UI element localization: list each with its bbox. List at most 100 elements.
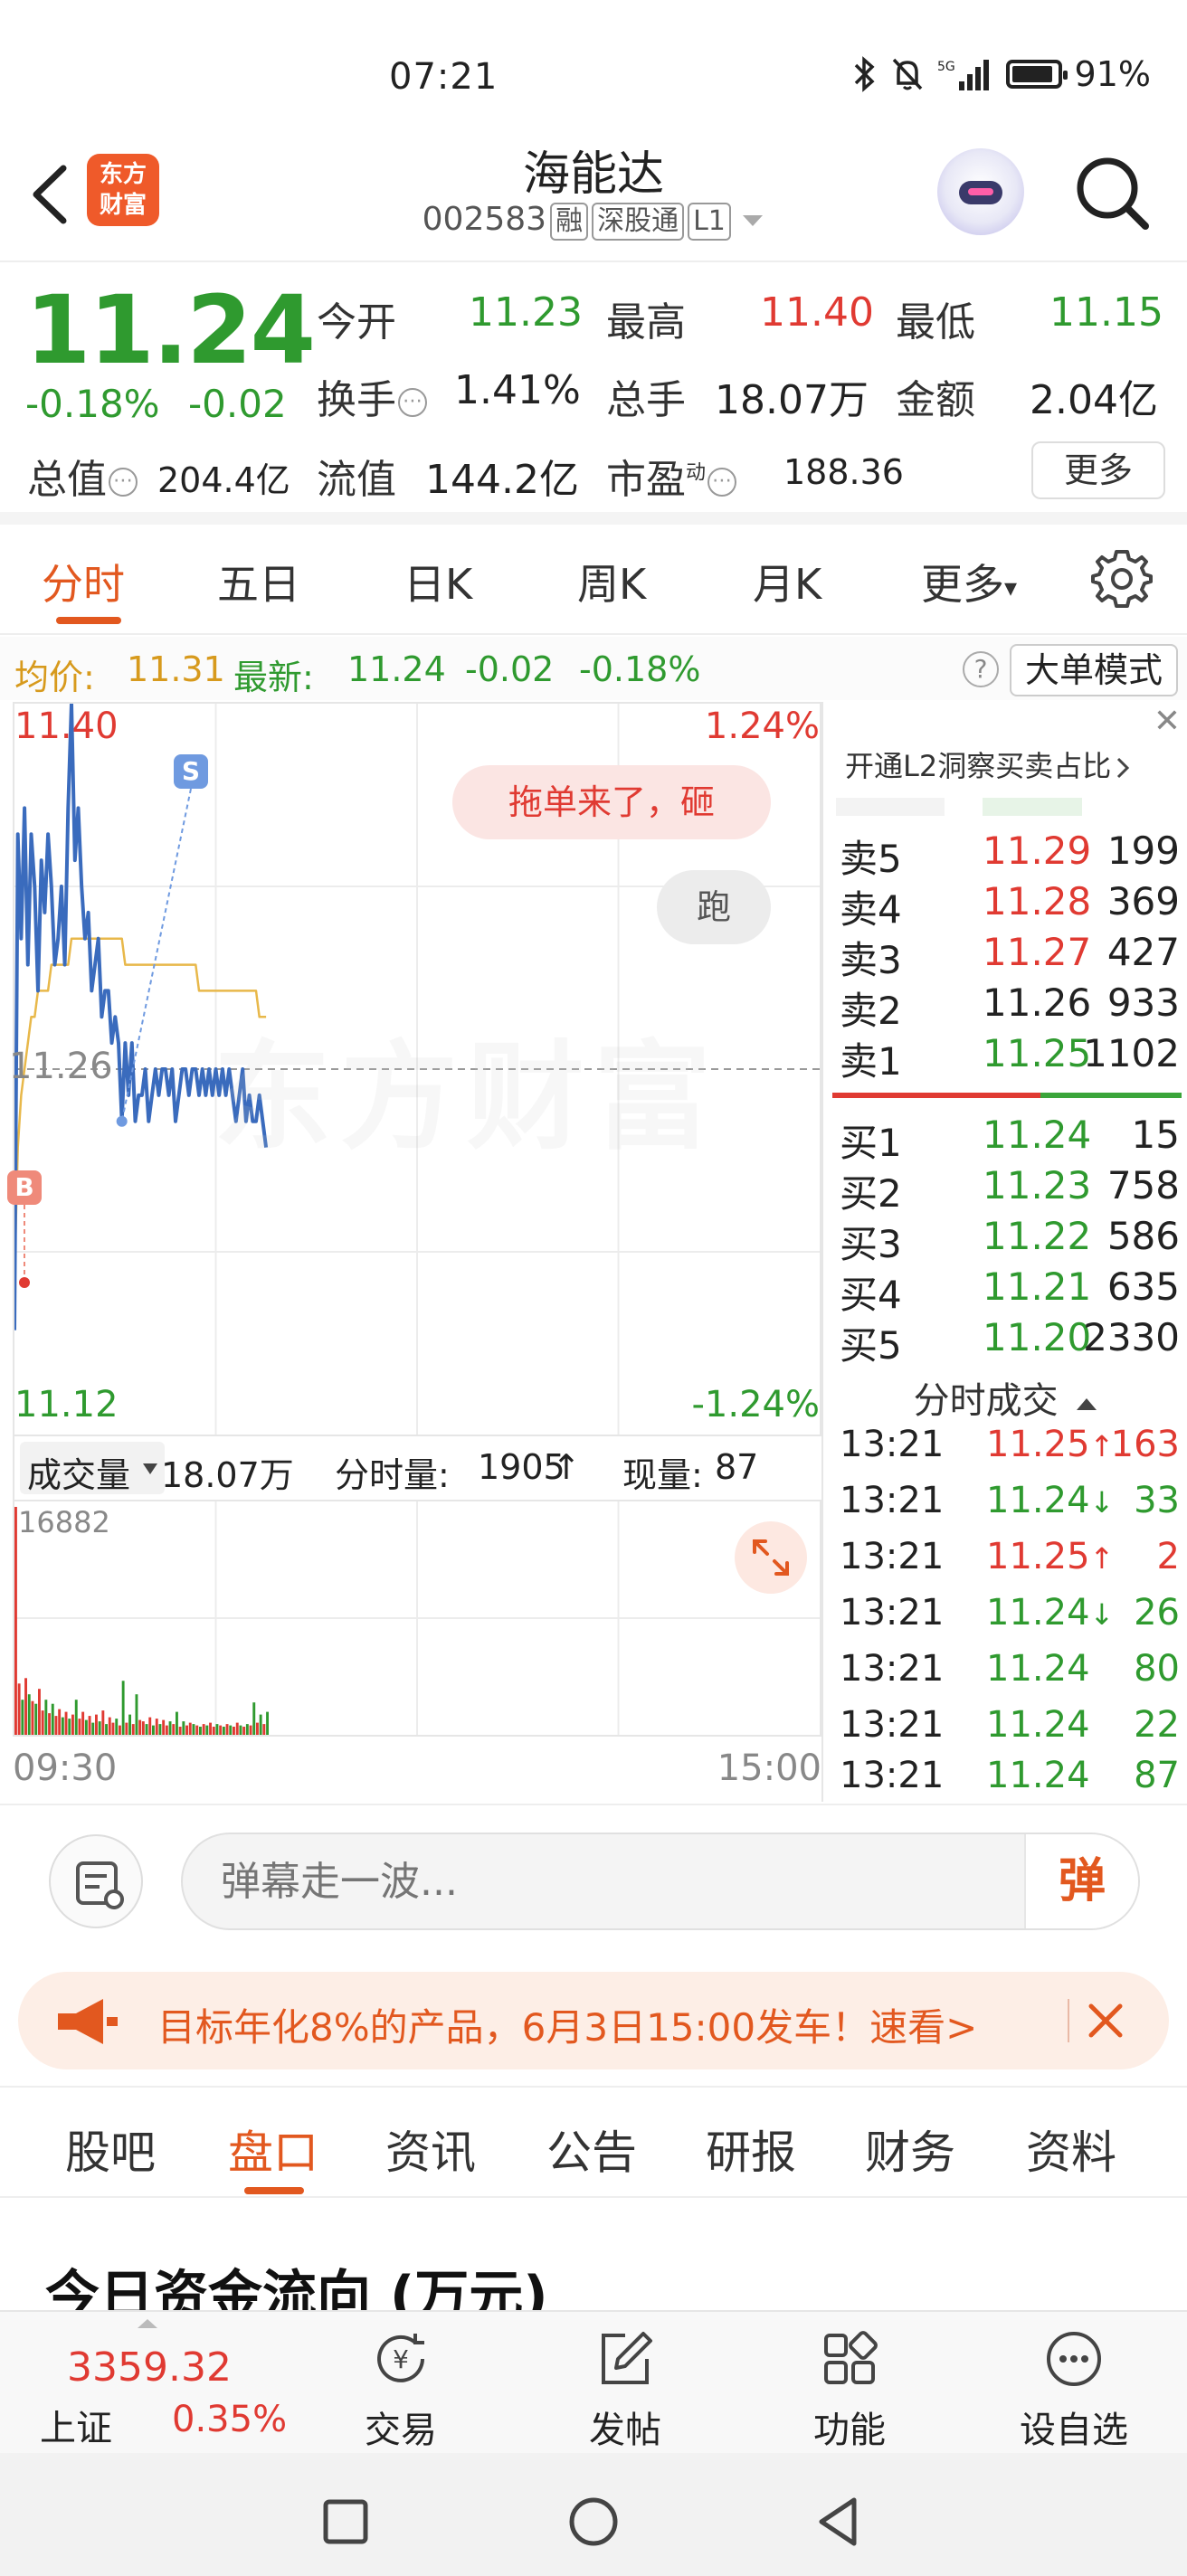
volume-chart[interactable]: 16882 — [13, 1500, 821, 1737]
volume-bar — [188, 1722, 192, 1735]
trades-title[interactable]: 分时成交 — [823, 1371, 1187, 1424]
robot-assistant-icon[interactable] — [937, 148, 1024, 235]
big-order-mode-button[interactable]: 大单模式 — [1010, 644, 1178, 696]
danmu-input[interactable] — [181, 1833, 1140, 1930]
order-volume: 1102 — [1083, 1031, 1180, 1075]
sell-row-1[interactable]: 卖1 11.25 1102 — [832, 1031, 1185, 1084]
volume-bar — [195, 1725, 199, 1735]
tab-announcements[interactable]: 公告 — [546, 2117, 637, 2182]
sell-row-3[interactable]: 卖3 11.27 427 — [832, 930, 1185, 982]
buy-row-2[interactable]: 买2 11.23 758 — [832, 1163, 1185, 1216]
buy-row-3[interactable]: 买3 11.22 586 — [832, 1214, 1185, 1266]
dropdown-triangle-icon — [743, 215, 764, 226]
intraday-chart[interactable]: 东方财富 11.40 11.26 11.12 1.24% -1.24% 拖单来了… — [7, 702, 821, 1436]
turnover-label[interactable]: 换手 ⋯ — [317, 367, 427, 425]
home-button[interactable] — [556, 2484, 631, 2556]
danmu-bubble-run[interactable]: 跑 — [657, 870, 771, 944]
trade-row: 13:21 11.24 22 — [832, 1704, 1185, 1757]
danmu-send-button[interactable]: 弹 — [1024, 1834, 1138, 1928]
more-quote-button[interactable]: 更多 — [1031, 441, 1165, 499]
volume-bar — [61, 1717, 64, 1735]
volume-bar — [71, 1714, 74, 1735]
volume-bar — [192, 1724, 195, 1735]
tab-finance[interactable]: 财务 — [865, 2117, 955, 2182]
tab-forum[interactable]: 股吧 — [65, 2117, 156, 2182]
pct-min-label: -1.24% — [691, 1384, 820, 1425]
buy-marker[interactable]: B — [7, 1170, 42, 1205]
sell-row-5[interactable]: 卖5 11.29 199 — [832, 829, 1185, 881]
tab-profile[interactable]: 资料 — [1026, 2117, 1116, 2182]
l2-upgrade-link[interactable]: 开通L2洞察买卖占比 — [845, 743, 1131, 785]
help-icon[interactable]: ? — [963, 651, 999, 687]
mktcap-label[interactable]: 总值 ⋯ — [27, 447, 138, 505]
nav-functions[interactable]: 功能 — [782, 2326, 917, 2451]
trade-price-value: 11.25 — [986, 1536, 1090, 1577]
volume-value: 18.07万 — [715, 377, 869, 423]
order-label: 卖5 — [840, 837, 902, 881]
search-button[interactable] — [1071, 152, 1153, 233]
amount-value: 2.04亿 — [1030, 377, 1158, 423]
info-icon: ⋯ — [707, 468, 737, 497]
nav-post[interactable]: 发帖 — [557, 2326, 693, 2451]
sell-marker[interactable]: S — [174, 754, 208, 789]
tab-news[interactable]: 资讯 — [385, 2117, 476, 2182]
tab-intraday[interactable]: 分时 — [42, 552, 125, 611]
open-value: 11.23 — [469, 289, 583, 336]
latest-percent: -0.18% — [579, 649, 701, 689]
tab-monthly-k[interactable]: 月K — [753, 552, 821, 611]
index-value: 3359.32 — [67, 2344, 232, 2391]
danmu-bubble[interactable]: 拖单来了，砸 — [452, 765, 771, 839]
detail-tabs: 股吧 盘口 资讯 公告 研报 财务 资料 — [0, 2086, 1187, 2198]
tab-more[interactable]: 更多▾ — [921, 552, 1017, 611]
buy-row-1[interactable]: 买1 11.24 15 — [832, 1113, 1185, 1165]
danmu-settings-button[interactable] — [49, 1834, 143, 1928]
trade-price-value: 11.24 — [986, 1480, 1090, 1521]
system-back-button[interactable] — [803, 2484, 876, 2556]
nav-watchlist-settings[interactable]: 设自选 — [1006, 2326, 1142, 2451]
float-value: 144.2亿 — [425, 457, 579, 503]
nav-watchlist-label: 设自选 — [1020, 2410, 1128, 2451]
order-label: 卖4 — [840, 887, 902, 932]
index-ticker[interactable]: 3359.32 上证 0.35% — [0, 2312, 299, 2455]
danmu-list-icon — [76, 1861, 124, 1909]
status-bar: 07:21 5G 91% — [0, 0, 1187, 136]
signal-icon: 5G — [937, 60, 989, 90]
sell-row-2[interactable]: 卖2 11.26 933 — [832, 980, 1185, 1033]
buy-row-5[interactable]: 买5 11.20 2330 — [832, 1315, 1185, 1368]
promo-banner[interactable]: 目标年化8%的产品，6月3日15:00发车！速看> — [18, 1972, 1169, 2069]
volume-bar — [199, 1727, 202, 1735]
volume-bar — [212, 1727, 215, 1735]
trade-time: 13:21 — [840, 1592, 945, 1634]
battery-level — [1011, 66, 1052, 82]
tab-research[interactable]: 研报 — [706, 2117, 796, 2182]
recents-button[interactable] — [308, 2484, 380, 2556]
stock-code: 002583 — [422, 201, 547, 238]
yen-trade-icon: ¥ — [377, 2334, 424, 2382]
close-icon[interactable]: ✕ — [1149, 704, 1185, 740]
volume-bar — [98, 1721, 101, 1735]
svg-text:¥: ¥ — [393, 2344, 409, 2374]
tab-weekly-k[interactable]: 周K — [577, 552, 646, 611]
volume-bar — [148, 1717, 152, 1735]
nav-trade[interactable]: ¥ 交易 — [333, 2326, 469, 2451]
order-label: 买2 — [840, 1171, 902, 1216]
promo-close-button[interactable] — [1077, 1992, 1135, 2050]
volume-indicator-select[interactable]: 成交量 — [20, 1442, 165, 1495]
order-label: 卖1 — [840, 1039, 902, 1084]
expand-button[interactable] — [735, 1521, 807, 1594]
volume-info-bar: 成交量 18.07万 分时量: 1905 ↑ 现量: 87 — [13, 1435, 821, 1500]
tab-five-day[interactable]: 五日 — [217, 552, 300, 611]
buy-row-4[interactable]: 买4 11.21 635 — [832, 1264, 1185, 1317]
bottom-nav: 3359.32 上证 0.35% ¥ 交易 发帖 功能 设自选 — [0, 2310, 1187, 2453]
trade-time: 13:21 — [840, 1648, 945, 1690]
pe-label[interactable]: 市盈动 ⋯ — [606, 447, 737, 505]
volume-bar — [34, 1703, 38, 1735]
order-price: 11.29 — [983, 829, 1092, 873]
tab-daily-k[interactable]: 日K — [404, 552, 472, 611]
trade-row: 13:21 11.25↑ 2 — [832, 1536, 1185, 1588]
sell-row-4[interactable]: 卖4 11.28 369 — [832, 879, 1185, 932]
volume-bar — [44, 1700, 48, 1735]
index-change: 0.35% — [172, 2399, 288, 2440]
tab-order-book[interactable]: 盘口 — [228, 2117, 318, 2182]
chart-settings-button[interactable] — [1091, 546, 1153, 608]
